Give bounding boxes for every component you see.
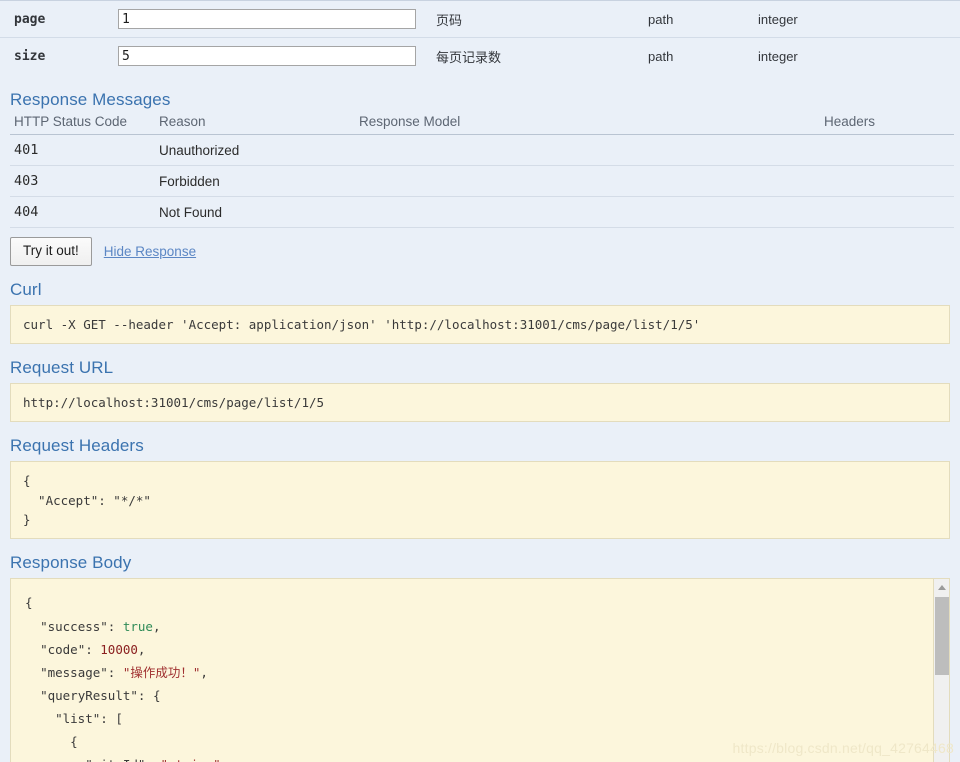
response-body-json: { "success": true, "code": 10000, "messa… <box>11 579 949 762</box>
response-messages-section: Response Messages HTTP Status Code Reaso… <box>0 90 960 228</box>
request-url-title: Request URL <box>10 357 114 377</box>
column-header-reason: Reason <box>155 112 355 135</box>
hide-response-link[interactable]: Hide Response <box>104 244 196 259</box>
status-headers <box>820 196 954 228</box>
response-body-title: Response Body <box>10 553 132 573</box>
parameter-data-type: integer <box>758 11 798 27</box>
status-code: 403 <box>10 165 155 197</box>
response-body-line: "list": [ <box>55 711 123 726</box>
response-body-line: "message": "操作成功！", <box>40 664 208 680</box>
request-url-value: http://localhost:31001/cms/page/list/1/5 <box>10 382 950 423</box>
parameters-table: page 页码 path integer size 每页记录数 path int… <box>0 0 960 74</box>
parameters-table-body: page 页码 path integer size 每页记录数 path int… <box>0 0 960 75</box>
response-body-section: Response Body { "success": true, "code":… <box>0 553 960 762</box>
curl-section: Curl curl -X GET --header 'Accept: appli… <box>0 280 960 344</box>
status-response-model <box>355 196 820 228</box>
response-body-line: "success": true, <box>40 618 161 634</box>
curl-command: curl -X GET --header 'Accept: applicatio… <box>10 304 950 344</box>
try-it-out-button[interactable]: Try it out! <box>10 237 92 266</box>
response-messages-title: Response Messages <box>10 90 171 109</box>
parameter-value-cell <box>118 38 436 75</box>
table-row: 403 Forbidden <box>10 165 954 197</box>
response-messages-head: HTTP Status Code Reason Response Model H… <box>10 112 954 135</box>
response-messages-body: 401 Unauthorized 403 Forbidden 404 Not F… <box>10 134 954 228</box>
response-body-box[interactable]: { "success": true, "code": 10000, "messa… <box>10 578 950 762</box>
scrollbar-thumb[interactable] <box>935 597 949 676</box>
table-header-row: HTTP Status Code Reason Response Model H… <box>10 112 954 135</box>
status-headers <box>820 165 954 197</box>
parameter-description: 每页记录数 <box>436 49 502 65</box>
status-reason: Forbidden <box>155 165 355 197</box>
parameter-description: 页码 <box>436 12 463 28</box>
parameter-type: path <box>648 11 674 27</box>
status-reason: Unauthorized <box>155 134 355 166</box>
parameter-name: size <box>14 48 46 64</box>
response-messages-table: HTTP Status Code Reason Response Model H… <box>10 112 954 228</box>
parameter-data-type: integer <box>758 48 798 64</box>
parameter-value-cell <box>118 1 436 38</box>
scroll-up-arrow-icon[interactable] <box>934 579 949 596</box>
request-headers-value: { "Accept": "*/*" } <box>10 461 950 540</box>
request-headers-section: Request Headers { "Accept": "*/*" } <box>0 436 960 540</box>
response-body-line: "code": 10000, <box>40 641 146 657</box>
status-code: 404 <box>10 196 155 228</box>
table-row: page 页码 path integer <box>0 0 960 38</box>
column-header-status-code: HTTP Status Code <box>10 112 155 135</box>
parameter-name: page <box>14 11 46 27</box>
response-body-line: { <box>70 734 78 750</box>
action-bar: Try it out! Hide Response <box>0 228 960 266</box>
response-body-line: "siteId": "string", <box>25 757 228 762</box>
status-code: 401 <box>10 134 155 166</box>
parameter-input-size[interactable] <box>118 46 416 66</box>
response-body-line: "queryResult": { <box>40 687 161 703</box>
status-response-model <box>355 134 820 166</box>
swagger-api-doc-page: page 页码 path integer size 每页记录数 path int… <box>0 0 960 762</box>
status-headers <box>820 134 954 166</box>
parameter-input-page[interactable] <box>118 9 416 29</box>
column-header-response-model: Response Model <box>355 112 820 135</box>
column-header-headers: Headers <box>820 112 954 135</box>
table-row: size 每页记录数 path integer <box>0 37 960 75</box>
status-response-model <box>355 165 820 197</box>
response-body-scrollbar[interactable] <box>933 579 949 762</box>
table-row: 404 Not Found <box>10 196 954 228</box>
table-row: 401 Unauthorized <box>10 134 954 166</box>
request-url-section: Request URL http://localhost:31001/cms/p… <box>0 357 960 423</box>
curl-title: Curl <box>10 279 42 299</box>
request-headers-title: Request Headers <box>10 436 144 456</box>
response-body-line: { <box>25 595 33 611</box>
status-reason: Not Found <box>155 196 355 228</box>
parameter-type: path <box>648 48 674 64</box>
